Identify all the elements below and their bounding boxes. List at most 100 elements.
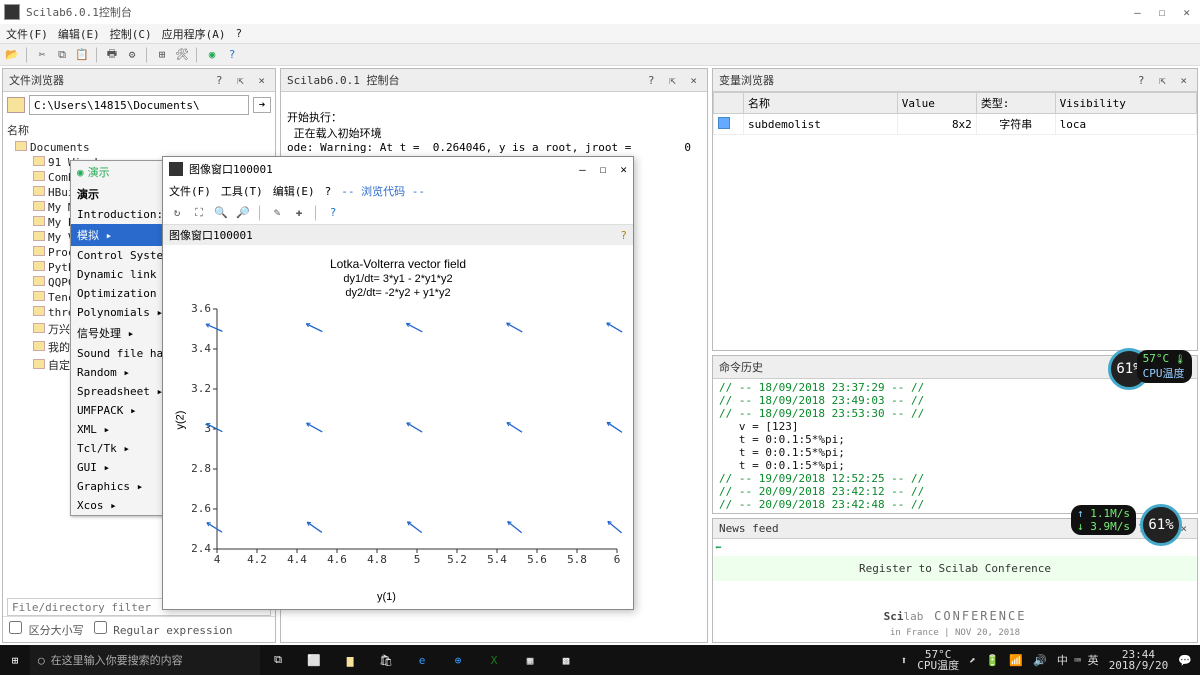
figure-menubar: 文件(F) 工具(T) 编辑(E) ? -- 浏览代码 --: [163, 181, 633, 201]
start-button[interactable]: ⊞: [0, 645, 30, 675]
ime-indicator[interactable]: 中 ⌨ 英: [1057, 652, 1099, 668]
close-button[interactable]: ✕: [620, 163, 627, 176]
help-icon[interactable]: ?: [325, 205, 341, 221]
taskbar-search[interactable]: ◯ 在这里输入你要搜索的内容: [30, 645, 260, 675]
svg-text:5.2: 5.2: [447, 553, 467, 566]
window-titlebar: Scilab6.0.1控制台 — ☐ ✕: [0, 0, 1200, 24]
menu-file[interactable]: 文件(F): [169, 183, 211, 199]
copy-icon[interactable]: ⧉: [54, 47, 70, 63]
tab-help-icon[interactable]: ?: [620, 229, 627, 242]
scilab-conference-logo: Scilab CONFERENCE in France | NOV 20, 20…: [884, 604, 1027, 638]
folder-icon[interactable]: ▆: [332, 645, 368, 675]
svg-text:2.4: 2.4: [191, 542, 211, 555]
svg-text:2.8: 2.8: [191, 462, 211, 475]
history-list[interactable]: // -- 18/09/2018 23:37:29 -- // // -- 18…: [713, 379, 1197, 513]
menu-apps[interactable]: 应用程序(A): [162, 26, 226, 42]
windows-taskbar[interactable]: ⊞ ◯ 在这里输入你要搜索的内容 ⧉ ⬜ ▆ 🛍 e ⊕ X ▦ ▩ ⬆ 57°…: [0, 645, 1200, 675]
tray-icon[interactable]: ⬆: [901, 654, 908, 667]
menu-help[interactable]: ?: [325, 185, 332, 198]
window-controls: — ☐ ✕: [1134, 6, 1196, 19]
window-title: Scilab6.0.1控制台: [26, 4, 132, 20]
figure-toolbar: ↻ ⛶ 🔍 🔎 ✎ ✚ ?: [163, 201, 633, 225]
panel-controls[interactable]: ? ⇱ ×: [1138, 74, 1191, 87]
demo-icon[interactable]: ◉: [204, 47, 220, 63]
console-header: Scilab6.0.1 控制台 ? ⇱ ×: [281, 69, 707, 92]
tray-icon[interactable]: 🔋: [986, 654, 1000, 667]
system-tray[interactable]: ⬆ 57°CCPU温度 ⬈ 🔋 📶 🔊 中 ⌨ 英 23:442018/9/20…: [901, 649, 1200, 671]
regex-checkbox[interactable]: [94, 621, 107, 634]
paste-icon[interactable]: 📋: [74, 47, 90, 63]
folder-icon[interactable]: [7, 97, 25, 113]
svg-text:2.6: 2.6: [191, 502, 211, 515]
chart-canvas: 44.24.44.64.855.25.45.65.862.42.62.833.2…: [167, 249, 627, 579]
menu-control[interactable]: 控制(C): [110, 26, 152, 42]
menu-file[interactable]: 文件(F): [6, 26, 48, 42]
filter-options: 区分大小写 Regular expression: [3, 616, 275, 642]
plot-area[interactable]: Lotka-Volterra vector field dy1/dt= 3*y1…: [167, 249, 629, 605]
menu-edit[interactable]: 编辑(E): [58, 26, 100, 42]
svg-text:4.4: 4.4: [287, 553, 307, 566]
svg-text:3.2: 3.2: [191, 382, 211, 395]
app-icon[interactable]: ⊕: [440, 645, 476, 675]
tray-icon[interactable]: ⬈: [969, 654, 976, 667]
path-bar: ➔: [3, 92, 275, 118]
scilab-icon[interactable]: ▩: [548, 645, 584, 675]
edit-icon[interactable]: ✎: [269, 205, 285, 221]
svg-text:3.4: 3.4: [191, 342, 211, 355]
figure-window[interactable]: 图像窗口100001 — ☐ ✕ 文件(F) 工具(T) 编辑(E) ? -- …: [162, 156, 634, 610]
app-icon: [4, 4, 20, 20]
svg-text:5.6: 5.6: [527, 553, 547, 566]
close-button[interactable]: ✕: [1183, 6, 1190, 19]
svg-text:4.6: 4.6: [327, 553, 347, 566]
menu-tools[interactable]: 工具(T): [221, 183, 263, 199]
wifi-icon[interactable]: 📶: [1009, 654, 1023, 667]
news-link[interactable]: Register to Scilab Conference: [713, 556, 1197, 581]
maximize-button[interactable]: ☐: [1159, 6, 1166, 19]
app-icon[interactable]: ⬜: [296, 645, 332, 675]
figure-tabbar: 图像窗口100001 ?: [163, 225, 633, 245]
app-icon[interactable]: ▦: [512, 645, 548, 675]
menu-edit[interactable]: 编辑(E): [273, 183, 315, 199]
undo-icon[interactable]: 🖶: [104, 47, 120, 63]
table-row[interactable]: subdemolist 8x2 字符串 loca: [714, 114, 1197, 135]
volume-icon[interactable]: 🔊: [1033, 654, 1047, 667]
tools-icon[interactable]: 🛠: [174, 47, 190, 63]
zoom-in-icon[interactable]: 🔍: [213, 205, 229, 221]
zoom-out-icon[interactable]: 🔎: [235, 205, 251, 221]
zoom-box-icon[interactable]: ⛶: [191, 205, 207, 221]
app-icon: [169, 162, 183, 176]
cut-icon[interactable]: ✂: [34, 47, 50, 63]
minimize-button[interactable]: —: [1134, 6, 1141, 19]
path-input[interactable]: [29, 95, 249, 115]
svg-text:5.4: 5.4: [487, 553, 507, 566]
rotate-icon[interactable]: ↻: [169, 205, 185, 221]
help-icon[interactable]: ?: [224, 47, 240, 63]
store-icon[interactable]: 🛍: [368, 645, 404, 675]
svg-text:6: 6: [614, 553, 621, 566]
taskview-icon[interactable]: ⧉: [260, 645, 296, 675]
excel-icon[interactable]: X: [476, 645, 512, 675]
settings-icon[interactable]: ⚙: [124, 47, 140, 63]
maximize-button[interactable]: ☐: [600, 163, 607, 176]
minimize-button[interactable]: —: [579, 163, 586, 176]
apps-icon[interactable]: ⊞: [154, 47, 170, 63]
notifications-icon[interactable]: 💬: [1178, 654, 1192, 667]
figure-title: 图像窗口100001: [189, 161, 273, 177]
variable-table[interactable]: 名称 Value 类型: Visibility subdemolist 8x2 …: [713, 92, 1197, 135]
menu-help[interactable]: ?: [236, 27, 243, 40]
datatip-icon[interactable]: ✚: [291, 205, 307, 221]
news-body: ⬅ Register to Scilab Conference Scilab C…: [713, 539, 1197, 642]
main-menubar: 文件(F) 编辑(E) 控制(C) 应用程序(A) ?: [0, 24, 1200, 44]
panel-controls[interactable]: ? ⇱ ×: [648, 74, 701, 87]
figure-tab[interactable]: 图像窗口100001: [169, 227, 253, 243]
svg-text:5.8: 5.8: [567, 553, 587, 566]
edge-icon[interactable]: e: [404, 645, 440, 675]
svg-text:5: 5: [414, 553, 421, 566]
cortana-icon: ◯: [38, 654, 45, 667]
case-checkbox[interactable]: [9, 621, 22, 634]
path-go-button[interactable]: ➔: [253, 97, 271, 113]
browse-code-link[interactable]: -- 浏览代码 --: [341, 183, 425, 199]
open-icon[interactable]: 📂: [4, 47, 20, 63]
figure-titlebar: 图像窗口100001 — ☐ ✕: [163, 157, 633, 181]
panel-controls[interactable]: ? ⇱ ×: [216, 74, 269, 87]
